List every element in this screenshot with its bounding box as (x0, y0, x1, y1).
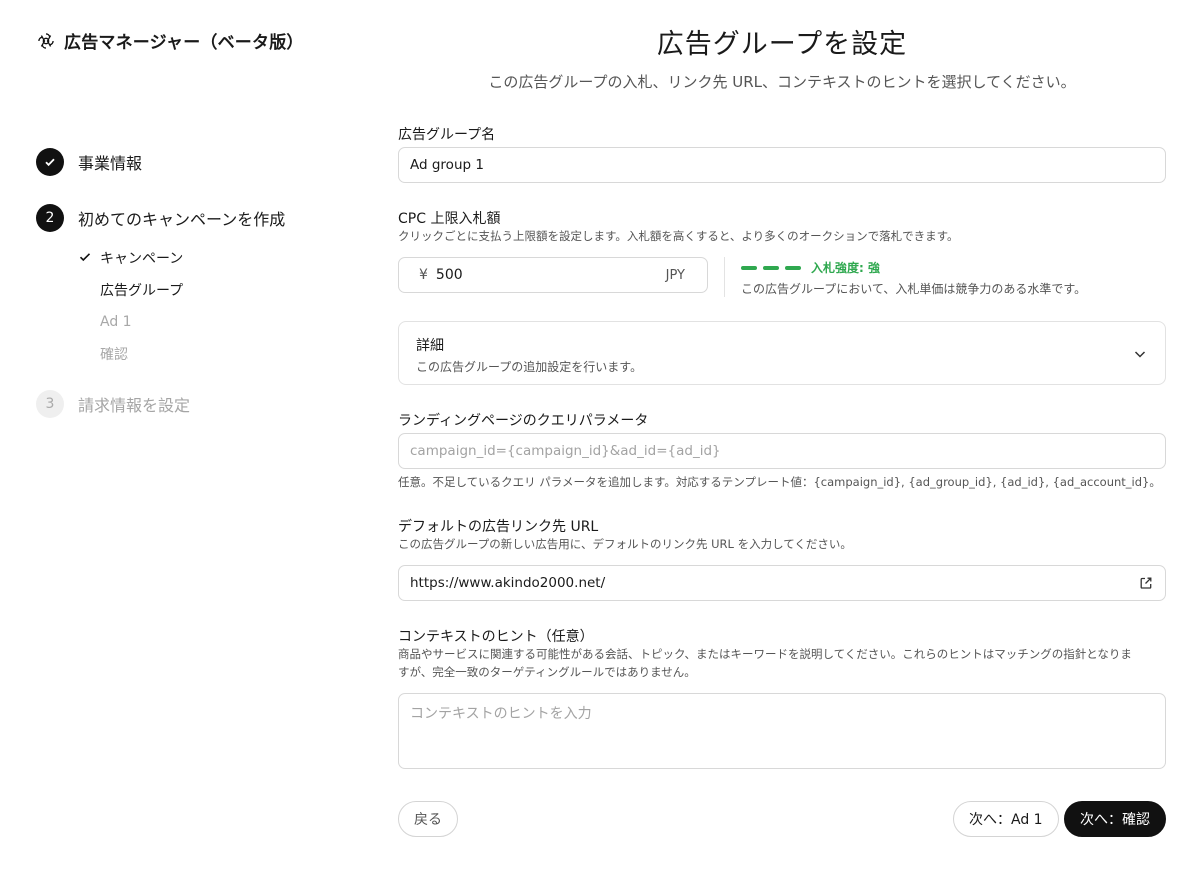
bid-strength-meter (741, 265, 801, 270)
default-url-help: この広告グループの新しい広告用に、デフォルトのリンク先 URL を入力してくださ… (398, 537, 852, 551)
step-label: 請求情報を設定 (78, 396, 191, 415)
next-confirm-button[interactable]: 次へ：確認 (1064, 801, 1166, 837)
query-params-help: 任意。不足しているクエリ パラメータを追加します。対応するテンプレート値：{ca… (398, 475, 1161, 489)
currency-code: JPY (665, 267, 685, 283)
openai-logo-icon (38, 32, 54, 49)
step-number-badge: 2 (36, 204, 64, 232)
context-hints-help-line2: すが、完全一致のターゲティングルールではありません。 (398, 665, 696, 679)
page-subtitle: この広告グループの入札、リンク先 URL、コンテキストのヒントを選択してください… (488, 73, 1076, 91)
bid-strength-label: 入札強度: 強 (811, 261, 880, 275)
checkmark-icon (79, 253, 91, 262)
currency-symbol: ¥ (419, 267, 428, 283)
query-params-input[interactable]: campaign_id={campaign_id}&ad_id={ad_id} (398, 433, 1166, 469)
external-link-icon[interactable] (1139, 576, 1153, 590)
query-params-placeholder: campaign_id={campaign_id}&ad_id={ad_id} (410, 443, 721, 459)
strength-bar (785, 265, 801, 270)
substep-list: キャンペーン 広告グループ Ad 1 確認 (36, 242, 356, 370)
substep-label: 広告グループ (100, 283, 184, 299)
cpc-help: クリックごとに支払う上限額を設定します。入札額を高くすると、より多くのオークショ… (398, 229, 959, 243)
substep-label: キャンペーン (100, 251, 184, 267)
bid-strength-description: この広告グループにおいて、入札単価は競争力のある水準です。 (741, 282, 1087, 296)
substep-ad-group[interactable]: 広告グループ (78, 274, 356, 306)
substep-ad-1: Ad 1 (78, 306, 356, 338)
bid-strength: 入札強度: 強 (741, 259, 880, 276)
divider (724, 257, 725, 297)
step-done-badge (36, 148, 64, 176)
step-label: 事業情報 (78, 154, 143, 173)
chevron-down-icon[interactable] (1133, 347, 1147, 361)
step-billing: 3 請求情報を設定 (36, 390, 356, 418)
cpc-label: CPC 上限入札額 (398, 211, 501, 227)
step-label: 初めてのキャンペーンを作成 (78, 210, 286, 229)
details-title: 詳細 (416, 338, 444, 354)
setup-steps: 事業情報 2 初めてのキャンペーンを作成 キャンペーン 広告グループ Ad 1 … (36, 148, 356, 418)
substep-confirm: 確認 (78, 338, 356, 370)
context-hints-help-line1: 商品やサービスに関連する可能性がある会話、トピック、またはキーワードを説明してく… (398, 647, 1132, 661)
default-url-label: デフォルトの広告リンク先 URL (398, 519, 599, 535)
details-accordion[interactable]: 詳細 この広告グループの追加設定を行います。 (398, 321, 1166, 385)
cpc-bid-value: 500 (435, 267, 463, 283)
substep-label: 確認 (100, 347, 128, 363)
checkmark-icon (45, 158, 55, 167)
strength-bar (763, 265, 779, 270)
next-ad-button[interactable]: 次へ：Ad 1 (953, 801, 1059, 837)
ad-group-name-value: Ad group 1 (410, 157, 484, 173)
substep-campaign[interactable]: キャンペーン (78, 242, 356, 274)
context-hints-placeholder: コンテキストのヒントを入力 (410, 706, 592, 722)
details-subtitle: この広告グループの追加設定を行います。 (416, 360, 643, 374)
step-create-campaign[interactable]: 2 初めてのキャンペーンを作成 (36, 204, 356, 232)
default-url-input[interactable]: https://www.akindo2000.net/ (398, 565, 1166, 601)
strength-bar (741, 265, 757, 270)
page-title: 広告グループを設定 (656, 29, 908, 60)
query-params-label: ランディングページのクエリパラメータ (398, 413, 649, 429)
context-hints-textarea[interactable]: コンテキストのヒントを入力 (398, 693, 1166, 769)
back-button[interactable]: 戻る (398, 801, 458, 837)
substep-label: Ad 1 (100, 314, 132, 330)
ad-group-name-input[interactable]: Ad group 1 (398, 147, 1166, 183)
step-business-info[interactable]: 事業情報 (36, 148, 356, 176)
step-number-badge: 3 (36, 390, 64, 418)
default-url-value: https://www.akindo2000.net/ (410, 575, 606, 591)
page-header: 広告グループを設定 この広告グループの入札、リンク先 URL、コンテキストのヒン… (398, 22, 1166, 92)
cpc-bid-input[interactable]: ¥ 500 JPY (398, 257, 708, 293)
app-title: 広告マネージャー（ベータ版） (64, 33, 304, 53)
app-brand: 広告マネージャー（ベータ版） (36, 28, 304, 53)
ad-group-name-label: 広告グループ名 (398, 127, 496, 143)
context-hints-label: コンテキストのヒント（任意） (398, 629, 594, 645)
